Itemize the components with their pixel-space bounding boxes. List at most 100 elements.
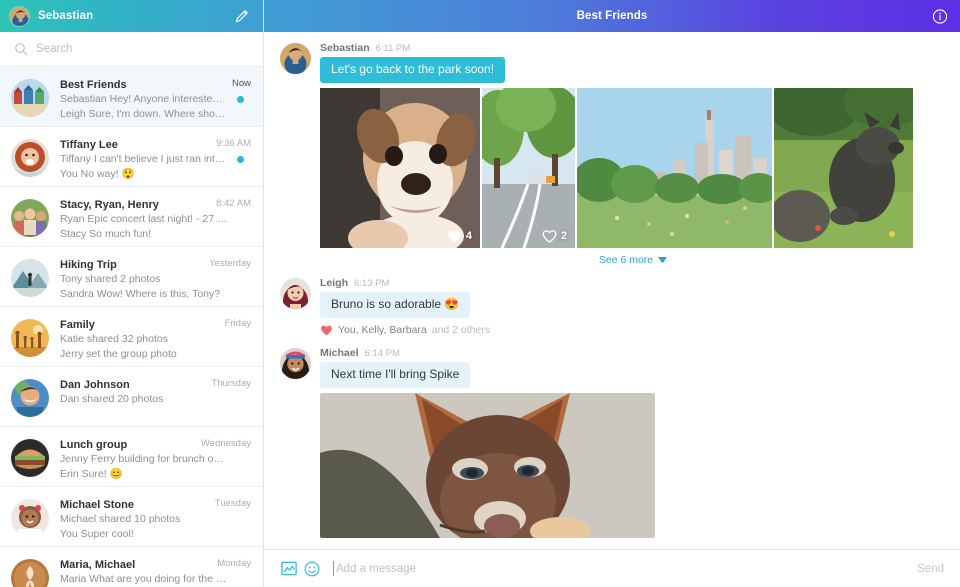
avatar <box>11 499 49 537</box>
message-meta: Michael 6:14 PM <box>320 347 946 359</box>
conversation-title: Family <box>60 319 210 332</box>
message-bubble: Next time I'll bring Spike <box>320 362 470 388</box>
conversation-preview-2: You No way! 😲 <box>60 168 228 182</box>
conversation-preview-2: You Super cool! <box>60 528 228 542</box>
avatar <box>11 559 49 587</box>
avatar <box>280 348 311 379</box>
reaction-names: You, Kelly, Barbara <box>338 324 427 336</box>
page-title: Best Friends <box>577 10 648 22</box>
conversation-preview-1: Katie shared 32 photos <box>60 333 228 347</box>
heart-icon <box>447 229 462 243</box>
photo-tree-road[interactable]: 2 <box>482 88 575 248</box>
messaging-app: Sebastian <box>0 0 960 587</box>
conversation-title: Michael Stone <box>60 499 210 512</box>
message-input[interactable] <box>333 561 907 576</box>
conversation-title: Hiking Trip <box>60 259 210 272</box>
reaction-summary[interactable]: You, Kelly, Barbara and 2 others <box>320 324 946 336</box>
conversation-item-hiking-trip[interactable]: Hiking Trip Tony shared 2 photos Sandra … <box>0 247 263 307</box>
pencil-icon[interactable] <box>233 7 251 25</box>
conversation-time: Thursday <box>211 378 251 389</box>
send-button[interactable]: Send <box>917 563 944 575</box>
unread-indicator <box>237 156 244 163</box>
like-number: 4 <box>466 230 472 242</box>
avatar <box>11 139 49 177</box>
conversation-time: Friday <box>225 318 251 329</box>
conversation-item-lunch-group[interactable]: Lunch group Jenny Ferry building for bru… <box>0 427 263 487</box>
photo-dog-on-grass[interactable] <box>774 88 913 248</box>
message-meta: Sebastian 6:11 PM <box>320 42 946 54</box>
image-icon[interactable] <box>280 560 297 577</box>
message-leigh: Leigh 6:13 PM Bruno is so adorable 😍 You… <box>264 277 960 336</box>
like-count: 2 <box>542 229 567 243</box>
conversation-text: Best Friends Sebastian Hey! Anyone inter… <box>60 78 251 121</box>
conversation-item-michael-stone[interactable]: Michael Stone Michael shared 10 photos Y… <box>0 487 263 547</box>
conversation-title: Lunch group <box>60 439 210 452</box>
conversation-item-family[interactable]: Family Katie shared 32 photos Jerry set … <box>0 307 263 367</box>
conversation-title: Tiffany Lee <box>60 139 210 152</box>
chat-pane: Best Friends <box>264 0 960 587</box>
conversation-item-best-friends[interactable]: Best Friends Sebastian Hey! Anyone inter… <box>0 67 263 127</box>
see-more-label: See 6 more <box>599 254 653 266</box>
conversation-time: 8:42 AM <box>216 198 251 209</box>
conversation-item-stacy-ryan-henry[interactable]: Stacy, Ryan, Henry Ryan Epic concert las… <box>0 187 263 247</box>
message-michael: Michael 6:14 PM Next time I'll bring Spi… <box>264 347 960 538</box>
conversation-preview-1: Tiffany I can't believe I just ran into… <box>60 153 228 167</box>
message-time: 6:14 PM <box>365 348 400 359</box>
like-number: 2 <box>561 230 567 242</box>
conversation-time: Wednesday <box>201 438 251 449</box>
sidebar-header: Sebastian <box>0 0 263 32</box>
info-circle-icon[interactable] <box>931 8 948 25</box>
chevron-down-icon <box>658 257 667 264</box>
conversations-sidebar: Sebastian <box>0 0 264 587</box>
avatar <box>11 79 49 117</box>
conversation-preview-2: Leigh Sure, I'm down. Where should… <box>60 108 228 122</box>
conversation-item-tiffany-lee[interactable]: Tiffany Lee Tiffany I can't believe I ju… <box>0 127 263 187</box>
message-time: 6:11 PM <box>376 43 411 54</box>
photo-bulldog-puppy[interactable]: 4 <box>320 88 480 248</box>
message-sebastian: Sebastian 6:11 PM Let's go back to the p… <box>264 42 960 266</box>
chat-header: Best Friends <box>264 0 960 32</box>
conversation-preview-1: Tony shared 2 photos <box>60 273 228 287</box>
message-meta: Leigh 6:13 PM <box>320 277 946 289</box>
photo-spike-dog-closeup[interactable] <box>320 393 655 538</box>
avatar <box>11 199 49 237</box>
search-input[interactable] <box>36 43 249 55</box>
conversation-title: Stacy, Ryan, Henry <box>60 199 210 212</box>
message-content: Sebastian 6:11 PM Let's go back to the p… <box>320 42 946 266</box>
conversation-preview-1: Dan shared 20 photos <box>60 393 228 407</box>
message-bubble: Let's go back to the park soon! <box>320 57 505 83</box>
avatar <box>280 43 311 74</box>
conversation-time: Monday <box>217 558 251 569</box>
conversation-preview-1: Sebastian Hey! Anyone interested in… <box>60 93 228 107</box>
conversation-time: Now <box>232 78 251 89</box>
like-count: 4 <box>447 229 472 243</box>
conversation-title: Maria, Michael <box>60 559 210 572</box>
avatar <box>11 379 49 417</box>
search-bar[interactable] <box>0 32 263 67</box>
message-sender: Leigh <box>320 277 348 289</box>
conversation-item-maria-michael[interactable]: Maria, Michael Maria What are you doing … <box>0 547 263 587</box>
message-list[interactable]: Sebastian 6:11 PM Let's go back to the p… <box>264 32 960 549</box>
conversation-text: Family Katie shared 32 photos Jerry set … <box>60 318 251 361</box>
photo-central-park-skyline[interactable] <box>577 88 772 248</box>
see-more-link[interactable]: See 6 more <box>320 254 946 266</box>
conversation-preview-2: Stacy So much fun! <box>60 228 228 242</box>
sidebar-user-name: Sebastian <box>38 10 93 22</box>
reaction-others: and 2 others <box>432 324 490 336</box>
photo-grid[interactable]: 4 <box>320 88 946 248</box>
heart-icon <box>320 324 333 336</box>
conversation-time: Tuesday <box>215 498 251 509</box>
message-bubble: Bruno is so adorable 😍 <box>320 292 470 318</box>
conversation-list[interactable]: Best Friends Sebastian Hey! Anyone inter… <box>0 67 263 587</box>
message-composer: Send <box>264 549 960 587</box>
avatar <box>280 278 311 309</box>
message-sender: Sebastian <box>320 42 370 54</box>
conversation-time: 9:36 AM <box>216 138 251 149</box>
message-content: Leigh 6:13 PM Bruno is so adorable 😍 You… <box>320 277 946 336</box>
conversation-preview-2: Sandra Wow! Where is this, Tony? <box>60 288 228 302</box>
conversation-item-dan-johnson[interactable]: Dan Johnson Dan shared 20 photos Thursda… <box>0 367 263 427</box>
conversation-title: Best Friends <box>60 79 210 92</box>
heart-outline-icon <box>542 229 557 243</box>
avatar[interactable] <box>9 6 30 27</box>
smiley-icon[interactable] <box>303 560 320 577</box>
